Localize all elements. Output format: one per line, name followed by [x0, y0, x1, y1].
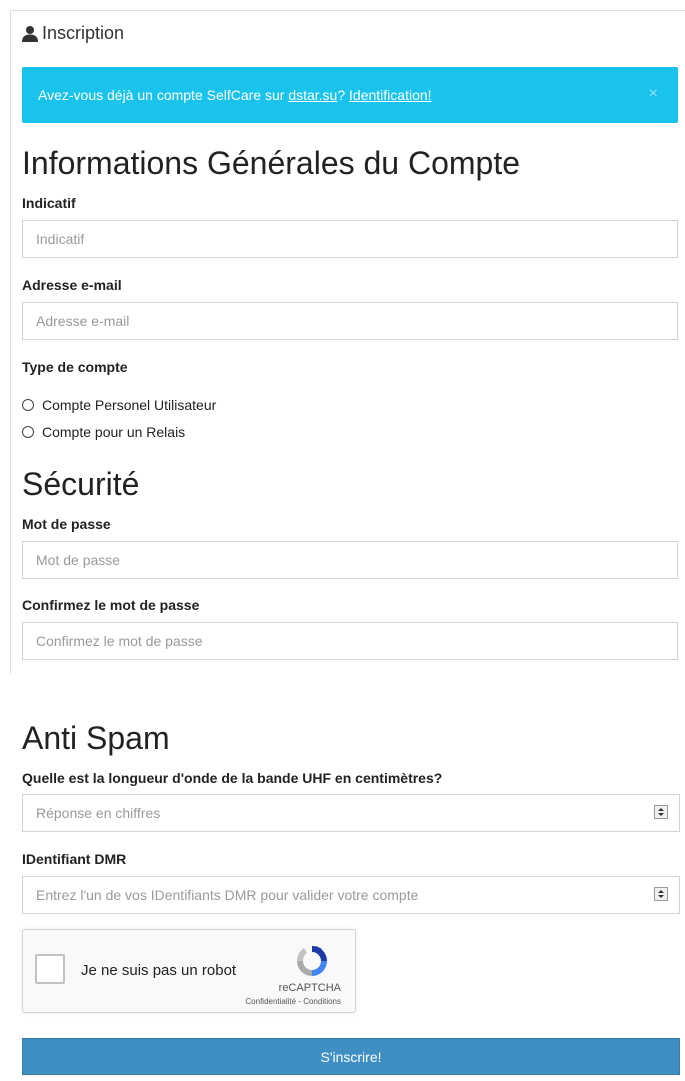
uhf-answer-field: [22, 794, 680, 832]
site-link[interactable]: dstar.su: [288, 87, 337, 103]
spin-up-icon[interactable]: [658, 808, 664, 811]
uhf-answer-input[interactable]: [22, 794, 680, 832]
register-button[interactable]: S'inscrire!: [22, 1038, 680, 1075]
recaptcha-checkbox[interactable]: [35, 954, 65, 984]
existing-account-alert: Avez-vous déjà un compte SelfCare sur ds…: [22, 67, 678, 123]
close-icon[interactable]: ×: [649, 85, 658, 103]
account-type-personal[interactable]: Compte Personel Utilisateur: [22, 397, 216, 413]
recaptcha-label: Je ne suis pas un robot: [81, 962, 237, 979]
radio-button[interactable]: [22, 399, 34, 411]
dmr-id-label: IDentifiant DMR: [22, 851, 127, 867]
radio-label: Compte Personel Utilisateur: [42, 397, 217, 413]
email-input[interactable]: [22, 302, 678, 340]
radio-label: Compte pour un Relais: [42, 424, 186, 440]
callsign-input[interactable]: [22, 220, 678, 258]
account-type-relay[interactable]: Compte pour un Relais: [22, 424, 185, 440]
panel-header: Inscription: [22, 21, 124, 45]
recaptcha-widget: Je ne suis pas un robot reCAPTCHA Confid…: [22, 929, 356, 1013]
number-spinner[interactable]: [654, 887, 668, 901]
password-input[interactable]: [22, 541, 678, 579]
security-heading: Sécurité: [22, 466, 140, 502]
callsign-label: Indicatif: [22, 195, 76, 211]
alert-text: Avez-vous déjà un compte SelfCare sur ds…: [38, 87, 432, 103]
uhf-question-label: Quelle est la longueur d'onde de la band…: [22, 770, 443, 786]
user-icon: [22, 25, 38, 42]
email-label: Adresse e-mail: [22, 277, 122, 293]
spin-up-icon[interactable]: [658, 890, 664, 893]
antispam-heading: Anti Spam: [22, 720, 170, 756]
dmr-id-input[interactable]: [22, 876, 680, 914]
spin-down-icon[interactable]: [658, 813, 664, 816]
confirm-password-label: Confirmez le mot de passe: [22, 597, 200, 613]
dmr-id-field: [22, 876, 680, 914]
alert-text-before: Avez-vous déjà un compte SelfCare sur: [38, 87, 289, 103]
recaptcha-links[interactable]: Confidentialité - Conditions: [245, 997, 341, 1006]
recaptcha-brand: reCAPTCHA: [278, 982, 341, 994]
radio-button[interactable]: [22, 426, 34, 438]
spin-down-icon[interactable]: [658, 895, 664, 898]
password-label: Mot de passe: [22, 516, 111, 532]
recaptcha-logo-icon: [296, 946, 327, 976]
account-type-label: Type de compte: [22, 359, 128, 375]
alert-text-middle: ?: [337, 87, 350, 103]
number-spinner[interactable]: [654, 805, 668, 819]
panel-title: Inscription: [42, 22, 125, 43]
login-link[interactable]: Identification!: [349, 87, 432, 103]
general-info-heading: Informations Générales du Compte: [22, 145, 521, 181]
confirm-password-input[interactable]: [22, 622, 678, 660]
